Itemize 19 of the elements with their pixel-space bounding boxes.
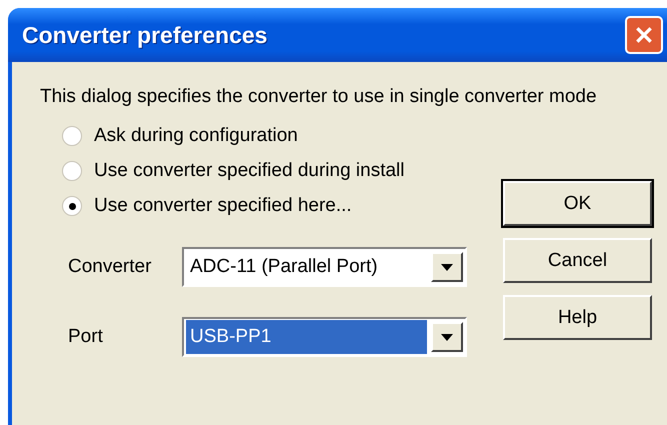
dropdown-value: ADC-11 (Parallel Port) — [189, 255, 379, 279]
dialog-button[interactable]: Cancel — [503, 238, 652, 283]
radio-label[interactable]: Use converter specified during install — [94, 160, 404, 182]
window-title: Converter preferences — [22, 22, 268, 48]
field-label: Converter — [68, 256, 152, 278]
description-text: This dialog specifies the converter to use in single converter mode — [40, 85, 598, 109]
dialog-button[interactable]: Help — [503, 295, 652, 340]
radio-label[interactable]: Use converter specified here... — [94, 195, 352, 217]
dialog-button[interactable]: OK — [503, 181, 652, 226]
close-button[interactable] — [625, 16, 663, 54]
radio-label[interactable]: Ask during configuration — [94, 125, 298, 147]
radio-button[interactable] — [62, 196, 82, 216]
radio-button[interactable] — [62, 126, 82, 146]
dropdown-field[interactable]: USB-PP1 — [182, 317, 467, 357]
field-label: Port — [68, 326, 104, 348]
close-icon — [634, 25, 654, 45]
dropdown-value: USB-PP1 — [186, 320, 427, 354]
radio-button[interactable] — [62, 161, 82, 181]
dropdown-field[interactable]: ADC-11 (Parallel Port) — [182, 247, 467, 287]
